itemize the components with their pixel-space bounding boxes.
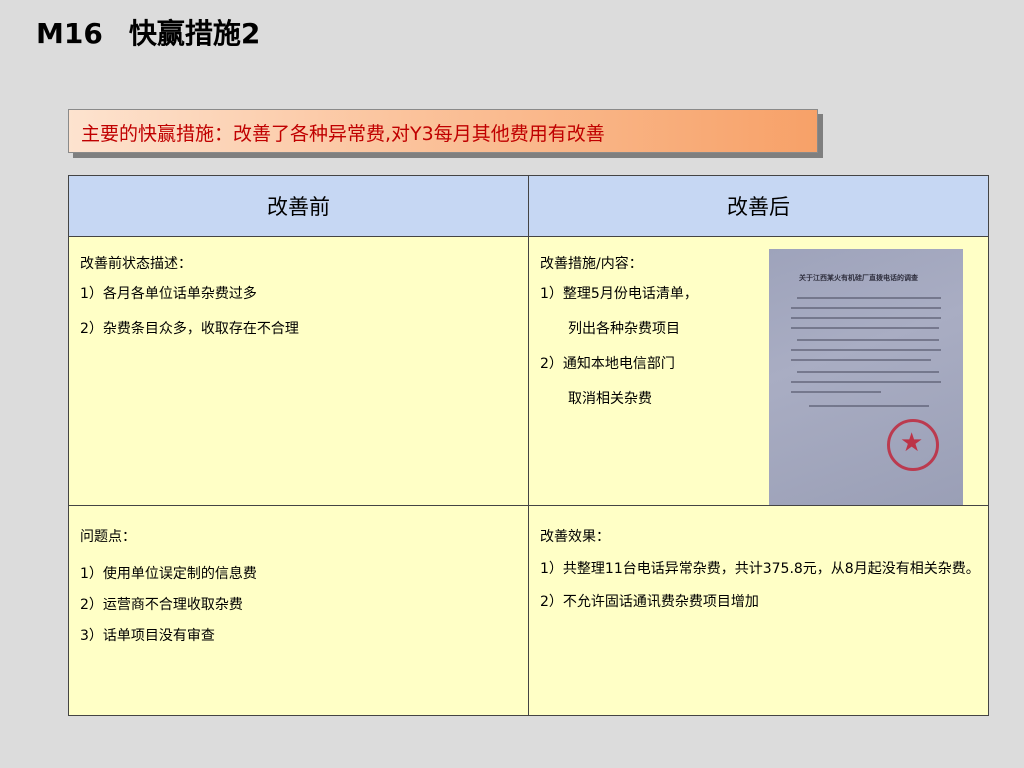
page-title-text: 快赢措施2 (128, 17, 261, 50)
page-code: M16 (36, 17, 103, 50)
measures-cell: 改善措施/内容： 1）整理5月份电话清单， 列出各种杂费项目 2）通知本地电信部… (528, 236, 989, 506)
problems-item: 1）使用单位误定制的信息费 (80, 566, 257, 582)
header-before: 改善前 (68, 175, 529, 237)
document-photo: 关于江西某火有机硅厂直拨电话的调查 ★ (769, 249, 963, 505)
effects-item: 1）共整理11台电话异常杂费，共计375.8元，从8月起没有相关杂费。 (540, 561, 980, 577)
comparison-table: 改善前 改善后 改善前状态描述： 1）各月各单位话单杂费过多 2）杂费条目众多，… (68, 175, 989, 716)
summary-banner-text: 主要的快赢措施：改善了各种异常费,对Y3每月其他费用有改善 (81, 123, 605, 145)
problems-cell: 问题点： 1）使用单位误定制的信息费 2）运营商不合理收取杂费 3）话单项目没有… (68, 505, 529, 716)
summary-banner: 主要的快赢措施：改善了各种异常费,对Y3每月其他费用有改善 (68, 109, 818, 153)
header-after: 改善后 (528, 175, 989, 237)
before-status-item: 1）各月各单位话单杂费过多 (80, 286, 257, 302)
problems-item: 3）话单项目没有审查 (80, 628, 215, 644)
effects-cell: 改善效果： 1）共整理11台电话异常杂费，共计375.8元，从8月起没有相关杂费… (528, 505, 989, 716)
seal-star-icon: ★ (900, 428, 924, 458)
effects-heading: 改善效果： (540, 529, 610, 545)
document-photo-title: 关于江西某火有机硅厂直拨电话的调查 (799, 274, 918, 282)
problems-heading: 问题点： (80, 529, 136, 545)
signature-mark (897, 411, 899, 418)
before-status-heading: 改善前状态描述： (80, 256, 192, 272)
before-status-cell: 改善前状态描述： 1）各月各单位话单杂费过多 2）杂费条目众多，收取存在不合理 (68, 236, 529, 506)
page-title: M16 快赢措施2 (36, 12, 260, 52)
before-status-item: 2）杂费条目众多，收取存在不合理 (80, 321, 299, 337)
effects-item: 2）不允许固话通讯费杂费项目增加 (540, 594, 759, 610)
problems-item: 2）运营商不合理收取杂费 (80, 597, 243, 613)
